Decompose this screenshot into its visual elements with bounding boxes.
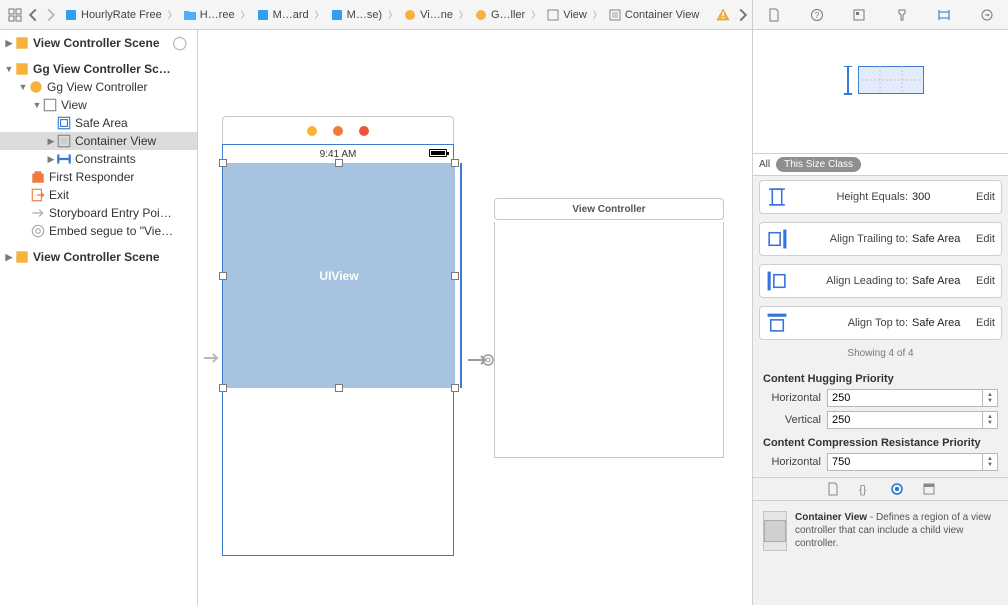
scene-title: View Controller <box>572 204 645 215</box>
compression-horizontal-stepper[interactable]: ▲▼ <box>827 453 998 471</box>
connections-inspector-icon[interactable] <box>978 6 996 24</box>
object-title: Container View <box>795 512 867 523</box>
warning-icon[interactable] <box>714 6 732 24</box>
svg-text:?: ? <box>815 11 820 20</box>
chevron-right-icon: 〉 <box>166 8 179 21</box>
compression-horizontal-row: Horizontal ▲▼ <box>753 451 1008 473</box>
scene-header-2[interactable]: View Controller <box>494 198 724 220</box>
uiview-label: UIView <box>319 269 358 283</box>
outline-container-view[interactable]: Container View <box>0 132 197 150</box>
breadcrumb-item[interactable]: M…se) <box>326 8 386 22</box>
resize-handle[interactable] <box>335 159 343 167</box>
back-icon[interactable] <box>24 6 42 24</box>
size-class-tabs: All This Size Class <box>753 154 1008 176</box>
scene-header[interactable] <box>222 116 454 144</box>
outline-embed-segue[interactable]: Embed segue to "Vie… <box>0 222 197 240</box>
hugging-vertical-row: Vertical ▲▼ <box>753 409 1008 431</box>
resize-handle[interactable] <box>219 272 227 280</box>
help-inspector-icon[interactable]: ? <box>808 6 826 24</box>
size-class-current[interactable]: This Size Class <box>776 157 861 172</box>
file-template-library-icon[interactable] <box>826 482 840 496</box>
edit-constraint-button[interactable]: Edit <box>976 317 995 329</box>
top-toolbar: HourlyRate Free 〉 H…ree 〉 M…ard 〉 M…se) … <box>0 0 1008 30</box>
outline-safe-area[interactable]: Safe Area <box>0 114 197 132</box>
breadcrumb-item[interactable]: View <box>542 8 591 22</box>
outline-exit[interactable]: Exit <box>0 186 197 204</box>
constraint-row-height[interactable]: Height Equals: 300 Edit <box>759 180 1002 214</box>
breadcrumb-item[interactable]: G…ller <box>470 8 529 22</box>
code-snippet-library-icon[interactable]: {} <box>858 482 872 496</box>
library-tabs: {} <box>753 477 1008 501</box>
constraint-row-top[interactable]: Align Top to: Safe Area Edit <box>759 306 1002 340</box>
scene-header-dot-icon <box>307 126 317 136</box>
outline-scene[interactable]: Gg View Controller Sc… <box>0 60 197 78</box>
svg-text:{}: {} <box>859 484 867 496</box>
hugging-vertical-stepper[interactable]: ▲▼ <box>827 411 998 429</box>
document-outline[interactable]: View Controller Scene ◯ Gg View Controll… <box>0 30 198 605</box>
breadcrumb-item[interactable]: M…ard <box>252 8 313 22</box>
constraints-count-label: Showing 4 of 4 <box>753 344 1008 367</box>
battery-icon <box>429 149 447 157</box>
container-view-object-icon <box>763 511 787 551</box>
hugging-horizontal-input[interactable] <box>827 389 982 407</box>
size-class-all[interactable]: All <box>759 159 770 170</box>
leading-constraint-icon <box>766 272 788 290</box>
hugging-section-label: Content Hugging Priority <box>753 367 1008 387</box>
constraint-row-trailing[interactable]: Align Trailing to: Safe Area Edit <box>759 222 1002 256</box>
breadcrumb-item[interactable]: Vi…ne <box>399 8 457 22</box>
child-view-controller[interactable] <box>494 222 724 458</box>
resize-handle[interactable] <box>335 384 343 392</box>
attributes-inspector-icon[interactable] <box>893 6 911 24</box>
media-library-icon[interactable] <box>922 482 936 496</box>
compression-horizontal-input[interactable] <box>827 453 982 471</box>
container-view-selected[interactable]: UIView <box>223 163 455 388</box>
edit-constraint-button[interactable]: Edit <box>976 275 995 287</box>
hugging-horizontal-row: Horizontal ▲▼ <box>753 387 1008 409</box>
object-library-icon[interactable] <box>890 482 904 496</box>
constraint-row-leading[interactable]: Align Leading to: Safe Area Edit <box>759 264 1002 298</box>
breadcrumb-item[interactable]: Container View <box>604 8 703 22</box>
embed-segue-icon[interactable] <box>466 346 494 374</box>
outline-constraints[interactable]: Constraints <box>0 150 197 168</box>
identity-inspector-icon[interactable] <box>850 6 868 24</box>
stepper-arrows-icon[interactable]: ▲▼ <box>982 411 998 429</box>
outline-scene[interactable]: View Controller Scene <box>0 248 197 266</box>
breadcrumb-item[interactable]: H…ree <box>179 8 239 22</box>
breadcrumb-item[interactable]: HourlyRate Free <box>60 8 166 22</box>
inspector-tab-bar: ? <box>752 0 1008 29</box>
edit-constraint-button[interactable]: Edit <box>976 233 995 245</box>
outline-controller[interactable]: Gg View Controller <box>0 78 197 96</box>
resize-handle[interactable] <box>219 159 227 167</box>
outline-first-responder[interactable]: First Responder <box>0 168 197 186</box>
device-frame[interactable]: 9:41 AM UIView <box>222 144 454 556</box>
entry-point-arrow-icon <box>202 348 222 368</box>
constraint-preview <box>753 30 1008 154</box>
inspector-panel: All This Size Class Height Equals: 300 E… <box>752 30 1008 605</box>
outline-entry-point[interactable]: Storyboard Entry Poi… <box>0 204 197 222</box>
size-inspector-icon[interactable] <box>935 6 953 24</box>
resize-handle[interactable] <box>219 384 227 392</box>
next-issue-icon[interactable] <box>734 6 752 24</box>
compression-section-label: Content Compression Resistance Priority <box>753 431 1008 451</box>
hugging-horizontal-stepper[interactable]: ▲▼ <box>827 389 998 407</box>
stepper-arrows-icon[interactable]: ▲▼ <box>982 389 998 407</box>
forward-icon[interactable] <box>42 6 60 24</box>
edit-constraint-button[interactable]: Edit <box>976 191 995 203</box>
hugging-vertical-input[interactable] <box>827 411 982 429</box>
object-description: Container View - Defines a region of a v… <box>753 501 1008 605</box>
breadcrumb: HourlyRate Free 〉 H…ree 〉 M…ard 〉 M…se) … <box>60 8 703 22</box>
height-constraint-icon <box>766 188 788 206</box>
storyboard-canvas[interactable]: 9:41 AM UIView View Controller <box>198 30 752 605</box>
top-constraint-icon <box>766 314 788 332</box>
outline-view[interactable]: View <box>0 96 197 114</box>
trailing-constraint-icon <box>766 230 788 248</box>
scene-header-dot-icon <box>333 126 343 136</box>
status-time: 9:41 AM <box>320 149 357 160</box>
stepper-arrows-icon[interactable]: ▲▼ <box>982 453 998 471</box>
related-items-icon[interactable] <box>6 6 24 24</box>
file-inspector-icon[interactable] <box>765 6 783 24</box>
add-scene-icon[interactable]: ◯ <box>172 35 193 51</box>
scene-header-dot-icon <box>359 126 369 136</box>
outline-scene[interactable]: View Controller Scene ◯ <box>0 34 197 52</box>
